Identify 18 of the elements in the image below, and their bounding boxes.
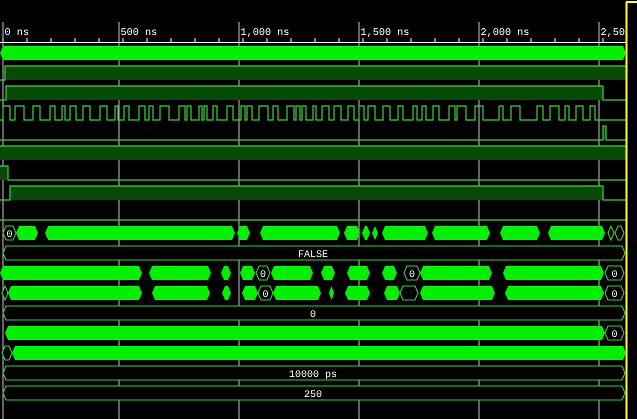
bus-value: 0 [612, 290, 618, 301]
bus-value: 0 [260, 270, 266, 281]
bus-value: 0 [612, 330, 618, 341]
time-label: 2,50 [600, 28, 625, 39]
bus-value: 0 [612, 270, 618, 281]
bus-value: 0 [310, 310, 316, 321]
cursor-line[interactable] [626, 2, 628, 419]
time-label: 1,000 ns [240, 28, 290, 39]
time-label: 500 ns [120, 28, 158, 39]
time-label: 1,500 ns [360, 28, 410, 39]
bus-value: 250 [304, 390, 322, 401]
bus-value: 0 [6, 230, 12, 241]
time-label: 2,000 ns [480, 28, 530, 39]
bus-value: 10000 ps [289, 370, 337, 381]
bus-value: 0 [409, 270, 415, 281]
bus-value: FALSE [298, 250, 328, 261]
time-label: 0 ns [4, 28, 29, 39]
bus-value: 0 [262, 290, 268, 301]
